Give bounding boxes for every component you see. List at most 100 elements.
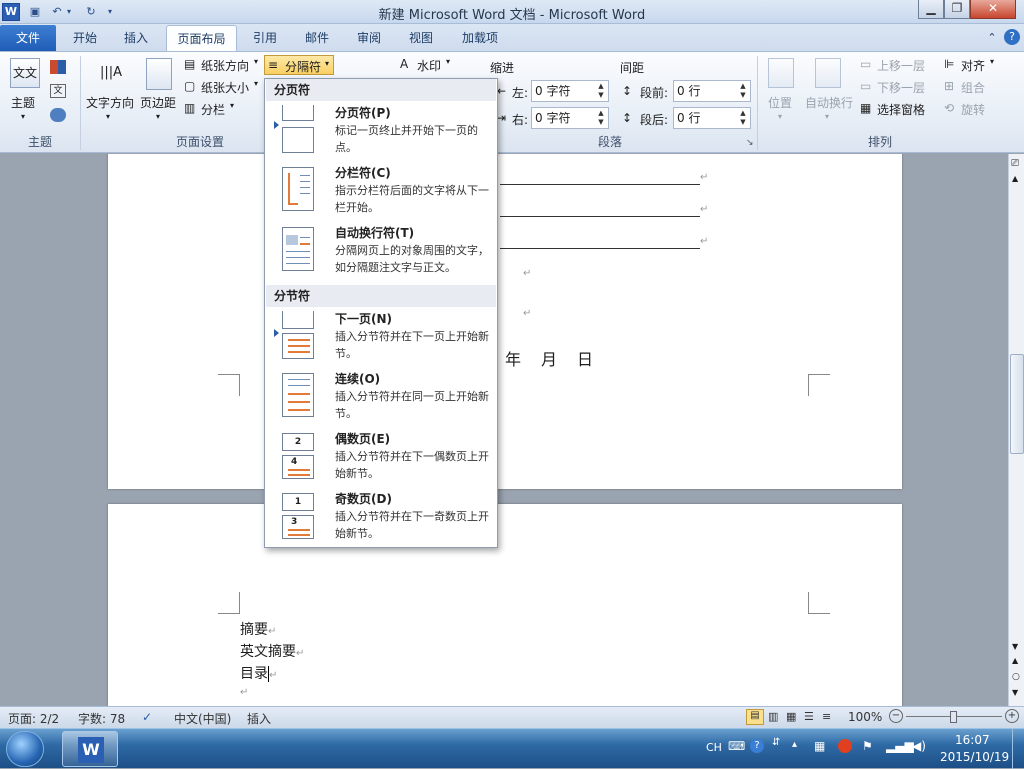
- align-label[interactable]: 对齐: [961, 57, 985, 74]
- position-dropdown-icon[interactable]: ▾: [778, 112, 782, 121]
- orientation-dropdown-icon[interactable]: ▾: [254, 57, 258, 66]
- spacing-after-input[interactable]: 0 行 ▲ ▼: [673, 107, 751, 129]
- columns-icon[interactable]: ▥: [184, 101, 195, 115]
- selection-pane-icon[interactable]: ▦: [860, 101, 871, 115]
- columns-dropdown-icon[interactable]: ▾: [230, 101, 234, 110]
- spacing-before-input[interactable]: 0 行 ▲ ▼: [673, 80, 751, 102]
- theme-fonts-icon[interactable]: 文: [50, 84, 66, 98]
- theme-effects-icon[interactable]: [50, 108, 66, 122]
- group-objects-icon[interactable]: ⊞: [944, 79, 954, 93]
- menu-item-page-break[interactable]: 分页符(P) 标记一页终止并开始下一页的点。: [266, 103, 496, 163]
- zoom-slider-thumb[interactable]: [950, 711, 957, 723]
- signal-icon[interactable]: ▂▄▆: [886, 739, 914, 753]
- theme-colors-icon[interactable]: [50, 60, 66, 74]
- tab-file[interactable]: 文件: [0, 25, 56, 51]
- tab-home[interactable]: 开始: [62, 25, 108, 51]
- align-icon[interactable]: ⊫: [944, 57, 954, 71]
- text-direction-icon[interactable]: |||A: [96, 58, 126, 88]
- tab-addins[interactable]: 加载项: [454, 25, 506, 51]
- align-dropdown-icon[interactable]: ▾: [990, 57, 994, 66]
- minimize-ribbon-icon[interactable]: ⌃: [984, 25, 1000, 51]
- theme-icon[interactable]: 文文: [10, 58, 40, 88]
- wrap-text-icon[interactable]: [815, 58, 841, 88]
- vertical-scrollbar[interactable]: ⎚ ▲ ▼ ▲ ○ ▼: [1008, 154, 1024, 706]
- proofing-icon[interactable]: ✓: [142, 710, 152, 724]
- doc-line-english-abstract[interactable]: 英文摘要↵: [240, 641, 304, 661]
- zoom-level[interactable]: 100%: [848, 710, 882, 724]
- spinner-arrows-icon[interactable]: ▲ ▼: [738, 82, 748, 100]
- zoom-in-icon[interactable]: +: [1005, 709, 1019, 723]
- themes-dropdown-icon[interactable]: ▾: [21, 112, 25, 121]
- menu-item-next-page[interactable]: 下一页(N) 插入分节符并在下一页上开始新节。: [266, 309, 496, 369]
- menu-item-continuous[interactable]: 连续(O) 插入分节符并在同一页上开始新节。: [266, 369, 496, 429]
- scroll-down-icon[interactable]: ▼: [1012, 642, 1018, 651]
- orientation-label[interactable]: 纸张方向: [201, 57, 249, 74]
- size-icon[interactable]: ▢: [184, 79, 195, 93]
- volume-icon[interactable]: ◀): [912, 739, 926, 753]
- watermark-icon[interactable]: A: [400, 57, 408, 71]
- size-label[interactable]: 纸张大小: [201, 79, 249, 96]
- page-1[interactable]: ↵ ↵ ↵ ↵ ↵ 年 月 日: [108, 154, 902, 489]
- ruler-toggle-icon[interactable]: ⎚: [1011, 158, 1019, 169]
- draft-icon[interactable]: ≡: [822, 710, 831, 723]
- action-center-icon[interactable]: ⚑: [862, 739, 873, 753]
- menu-item-column-break[interactable]: 分栏符(C) 指示分栏符后面的文字将从下一栏开始。: [266, 163, 496, 223]
- margins-dropdown-icon[interactable]: ▾: [156, 112, 160, 121]
- previous-page-icon[interactable]: ▲: [1012, 656, 1018, 665]
- insert-mode[interactable]: 插入: [247, 710, 271, 727]
- zoom-out-icon[interactable]: −: [889, 709, 903, 723]
- text-direction-dropdown-icon[interactable]: ▾: [106, 112, 110, 121]
- outline-icon[interactable]: ☰: [804, 710, 814, 723]
- print-layout-icon[interactable]: ▤: [746, 709, 764, 725]
- menu-item-text-wrapping-break[interactable]: 自动换行符(T) 分隔网页上的对象周围的文字，如分隔题注文字与正文。: [266, 223, 496, 283]
- scrollbar-thumb[interactable]: [1010, 354, 1024, 454]
- next-page-icon[interactable]: ▼: [1012, 688, 1018, 697]
- spinner-arrows-icon[interactable]: ▲ ▼: [596, 109, 606, 127]
- group-objects-label[interactable]: 组合: [961, 79, 985, 96]
- tab-mailings[interactable]: 邮件: [296, 25, 338, 51]
- send-backward-icon[interactable]: ▭: [860, 79, 871, 93]
- keyboard-icon[interactable]: ⌨: [728, 739, 745, 753]
- position-icon[interactable]: [768, 58, 794, 88]
- redo-icon[interactable]: ↻: [82, 3, 100, 21]
- columns-label[interactable]: 分栏: [201, 101, 225, 118]
- send-backward-label[interactable]: 下移一层: [877, 79, 925, 96]
- taskbar-word-button[interactable]: W: [62, 731, 118, 767]
- indent-left-input[interactable]: 0 字符 ▲ ▼: [531, 80, 609, 102]
- tab-page-layout[interactable]: 页面布局: [166, 25, 237, 51]
- close-button[interactable]: ✕: [970, 0, 1016, 19]
- wrap-text-label[interactable]: 自动换行: [805, 94, 853, 111]
- margins-icon[interactable]: [146, 58, 172, 90]
- menu-item-even-page[interactable]: 2 4 偶数页(E) 插入分节符并在下一偶数页上开始新节。: [266, 429, 496, 489]
- bring-forward-label[interactable]: 上移一层: [877, 57, 925, 74]
- clock-date[interactable]: 2015/10/19: [940, 750, 1009, 764]
- input-language[interactable]: CH: [706, 741, 722, 754]
- ime-options-icon[interactable]: ⇵: [772, 737, 780, 748]
- watermark-dropdown-icon[interactable]: ▾: [446, 57, 450, 66]
- doc-line-toc[interactable]: 目录↵: [240, 663, 277, 683]
- spinner-arrows-icon[interactable]: ▲ ▼: [596, 82, 606, 100]
- document-area[interactable]: ↵ ↵ ↵ ↵ ↵ 年 月 日 摘要↵ 英文摘要↵ 目录↵ ↵: [0, 154, 1008, 706]
- tab-insert[interactable]: 插入: [112, 25, 160, 51]
- wrap-text-dropdown-icon[interactable]: ▾: [825, 112, 829, 121]
- word-count[interactable]: 字数: 78: [78, 710, 125, 727]
- rotate-icon[interactable]: ⟲: [944, 101, 954, 115]
- full-screen-reading-icon[interactable]: ▥: [768, 710, 778, 723]
- save-icon[interactable]: ▣: [26, 3, 44, 21]
- maximize-button[interactable]: ❐: [944, 0, 970, 19]
- minimize-button[interactable]: ▁: [918, 0, 944, 19]
- help-tray-icon[interactable]: ?: [750, 739, 764, 753]
- undo-dropdown-icon[interactable]: ▾: [64, 3, 74, 21]
- help-icon[interactable]: ?: [1004, 29, 1020, 45]
- spinner-arrows-icon[interactable]: ▲ ▼: [738, 109, 748, 127]
- scroll-up-icon[interactable]: ▲: [1012, 174, 1018, 183]
- word-app-icon[interactable]: W: [2, 3, 20, 21]
- selection-pane-label[interactable]: 选择窗格: [877, 101, 925, 118]
- tab-references[interactable]: 引用: [244, 25, 286, 51]
- tab-review[interactable]: 审阅: [348, 25, 390, 51]
- page-count[interactable]: 页面: 2/2: [8, 710, 59, 727]
- show-hidden-icons[interactable]: ▴: [792, 739, 797, 750]
- themes-button-label[interactable]: 主题: [11, 94, 35, 111]
- menu-item-odd-page[interactable]: 1 3 奇数页(D) 插入分节符并在下一奇数页上开始新节。: [266, 489, 496, 549]
- bring-forward-icon[interactable]: ▭: [860, 57, 871, 71]
